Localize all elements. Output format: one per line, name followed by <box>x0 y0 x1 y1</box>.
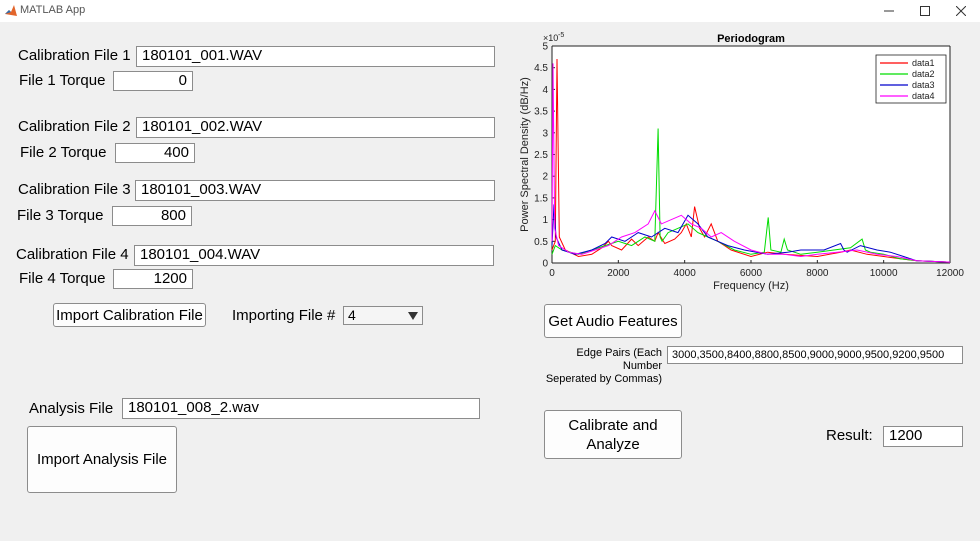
legend-label-data3: data3 <box>912 80 935 90</box>
calibrate-line1: Calibrate and <box>568 416 658 434</box>
y-tick-label: 0.5 <box>534 237 548 248</box>
legend-label-data1: data1 <box>912 58 935 68</box>
calibrate-line2: Analyze <box>586 435 640 453</box>
result-field[interactable]: 1200 <box>883 426 963 447</box>
x-tick-label: 12000 <box>936 268 964 279</box>
y-tick-label: 0 <box>542 259 548 270</box>
chart-title: Periodogram <box>717 33 785 45</box>
import-calibration-file-button[interactable]: Import Calibration File <box>53 303 206 327</box>
file-4-torque-field[interactable]: 1200 <box>113 269 193 289</box>
calibration-file-2-field[interactable]: 180101_002.WAV <box>136 117 495 138</box>
edge-pairs-label-line2: Seperated by Commas) <box>545 373 662 385</box>
calibration-file-2-label: Calibration File 2 <box>18 118 131 135</box>
y-exponent-label: ×10 <box>543 33 558 43</box>
y-tick-label: 3 <box>542 128 548 139</box>
y-tick-label: 4.5 <box>534 63 548 74</box>
importing-file-label: Importing File # <box>232 307 336 324</box>
title-bar: MATLAB App <box>0 0 980 22</box>
x-tick-label: 0 <box>549 268 555 279</box>
y-exponent-power: -5 <box>558 32 564 39</box>
legend-label-data4: data4 <box>912 91 935 101</box>
y-tick-label: 2 <box>542 172 548 183</box>
matlab-icon <box>5 5 17 16</box>
y-axis-label: Power Spectral Density (dB/Hz) <box>519 77 531 232</box>
file-2-torque-field[interactable]: 400 <box>115 143 195 163</box>
close-button[interactable] <box>946 1 976 21</box>
chevron-down-icon <box>408 312 418 320</box>
x-tick-label: 8000 <box>806 268 829 279</box>
edge-pairs-field[interactable]: 3000,3500,8400,8800,8500,9000,9000,9500,… <box>667 346 963 364</box>
calibration-file-1-label: Calibration File 1 <box>18 47 131 64</box>
file-3-torque-field[interactable]: 800 <box>112 206 192 226</box>
y-tick-label: 4 <box>542 85 548 96</box>
x-tick-label: 6000 <box>740 268 763 279</box>
analysis-file-label: Analysis File <box>29 400 114 417</box>
y-tick-label: 1.5 <box>534 193 548 204</box>
periodogram-chart: 0 2000 4000 6000 8000 10000 12000 0 0.5 1 1.5 2 2.5 3… <box>519 32 964 292</box>
file-1-torque-field[interactable]: 0 <box>113 71 193 91</box>
import-analysis-file-button[interactable]: Import Analysis File <box>27 426 177 493</box>
maximize-icon <box>920 6 930 16</box>
calibration-file-4-field[interactable]: 180101_004.WAV <box>134 245 494 266</box>
y-tick-label: 2.5 <box>534 150 548 161</box>
file-4-torque-label: File 4 Torque <box>19 270 106 287</box>
file-1-torque-label: File 1 Torque <box>19 72 106 89</box>
get-audio-features-button[interactable]: Get Audio Features <box>544 304 682 338</box>
window-title: MATLAB App <box>20 4 86 16</box>
maximize-button[interactable] <box>910 1 940 21</box>
edge-pairs-label: Edge Pairs (Each Number Seperated by Com… <box>540 347 662 386</box>
calibrate-and-analyze-button[interactable]: Calibrate and Analyze <box>544 410 682 459</box>
y-tick-label: 3.5 <box>534 107 548 118</box>
close-icon <box>956 6 966 16</box>
minimize-button[interactable] <box>874 1 904 21</box>
legend-label-data2: data2 <box>912 69 935 79</box>
file-3-torque-label: File 3 Torque <box>17 207 104 224</box>
x-tick-label: 4000 <box>674 268 697 279</box>
x-axis-label: Frequency (Hz) <box>713 280 789 292</box>
y-tick-label: 1 <box>542 215 548 226</box>
file-2-torque-label: File 2 Torque <box>20 144 107 161</box>
calibration-file-1-field[interactable]: 180101_001.WAV <box>136 46 495 67</box>
calibration-file-4-label: Calibration File 4 <box>16 246 129 263</box>
minimize-icon <box>884 10 894 12</box>
x-tick-label: 10000 <box>870 268 898 279</box>
result-label: Result: <box>826 427 873 444</box>
edge-pairs-label-line1: Edge Pairs (Each Number <box>576 347 662 372</box>
importing-file-value: 4 <box>348 307 356 323</box>
importing-file-dropdown[interactable]: 4 <box>343 306 423 325</box>
calibration-file-3-label: Calibration File 3 <box>18 181 131 198</box>
analysis-file-field[interactable]: 180101_008_2.wav <box>122 398 480 419</box>
calibration-file-3-field[interactable]: 180101_003.WAV <box>135 180 495 201</box>
x-tick-label: 2000 <box>607 268 630 279</box>
y-tick-label: 5 <box>542 42 548 53</box>
